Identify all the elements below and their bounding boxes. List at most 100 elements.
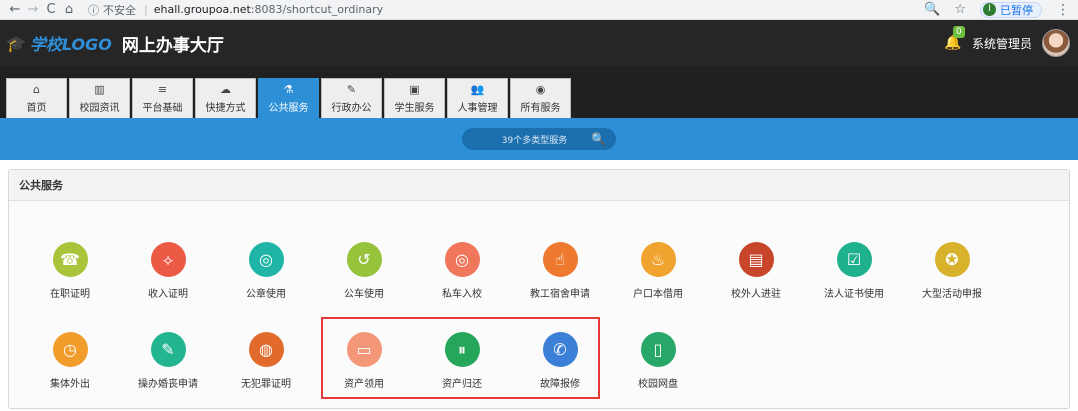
service-label[interactable]: 操办婚丧申请 (138, 375, 198, 390)
service-item[interactable]: ✎ 操办婚丧申请 (119, 332, 217, 390)
tab-label: 平台基础 (142, 102, 183, 114)
service-item[interactable]: ◎ 公章使用 (217, 242, 315, 300)
tab-label: 校园资讯 (79, 102, 120, 114)
tab-icon: ▥ (94, 82, 105, 96)
service-item[interactable]: ✪ 大型活动申报 (903, 242, 1001, 300)
search-icon[interactable]: 🔍 (591, 132, 606, 146)
services-panel: 公共服务 ☎ 在职证明 ⟡ 收入证明 ◎ 公章使用 ↺ 公车使用 ◎ 私车入校 ☝ 教工宿舍申请 ♨ 户口… (8, 169, 1070, 409)
search-placeholder: 39个多类型服务 (501, 135, 568, 146)
profile-avatar-icon: I (983, 3, 996, 16)
service-label[interactable]: 教工宿舍申请 (530, 285, 590, 300)
service-icon[interactable]: ↺ (346, 242, 382, 277)
logo[interactable]: 🎓 学校LOGO 网上办事大厅 (6, 31, 224, 56)
tab-5[interactable]: ✎ 行政办公 (321, 78, 382, 118)
service-item[interactable]: ☑ 法人证书使用 (805, 242, 903, 300)
service-label[interactable]: 公车使用 (344, 285, 384, 300)
service-label[interactable]: 收入证明 (148, 285, 188, 300)
url-path: :8083/shortcut_ordinary (250, 3, 384, 16)
tab-7[interactable]: 👥 人事管理 (447, 78, 508, 118)
service-icon[interactable]: ✎ (150, 332, 186, 367)
user-name[interactable]: 系统管理员 (972, 35, 1032, 52)
app-header: 🎓 学校LOGO 网上办事大厅 🔔 0 系统管理员 (0, 20, 1078, 66)
address-separator: | (144, 3, 148, 16)
browser-menu-icon[interactable]: ⋮ (1056, 2, 1070, 18)
service-icon[interactable]: ♨ (640, 242, 676, 277)
service-item[interactable]: ☎ 在职证明 (21, 242, 119, 300)
forward-icon[interactable]: → (24, 2, 42, 17)
insecure-label: 不安全 (103, 3, 136, 17)
service-item[interactable]: ⟡ 收入证明 (119, 242, 217, 300)
service-icon[interactable]: ☝ (542, 242, 578, 277)
tab-0[interactable]: ⌂ 首页 (6, 78, 67, 118)
address-bar[interactable]: ⓘ 不安全 | ehall.groupoa.net :8083/shortcut… (88, 2, 924, 18)
service-item[interactable]: ▯ 校园网盘 (609, 332, 707, 390)
tab-label: 行政办公 (331, 102, 372, 114)
service-label[interactable]: 私车入校 (442, 285, 482, 300)
back-icon[interactable]: ← (6, 2, 24, 17)
service-label[interactable]: 校外人进驻 (731, 285, 781, 300)
service-icon[interactable]: ⟡ (150, 242, 186, 277)
panel-title: 公共服务 (9, 170, 1069, 201)
notification-button[interactable]: 🔔 0 (944, 26, 965, 51)
tab-8[interactable]: ◉ 所有服务 (510, 78, 571, 118)
url-host: ehall.groupoa.net (153, 3, 251, 16)
service-item[interactable]: ◎ 私车入校 (413, 242, 511, 300)
service-item[interactable]: ☝ 教工宿舍申请 (511, 242, 609, 300)
service-icon[interactable]: ◎ (444, 242, 480, 277)
service-label[interactable]: 在职证明 (50, 285, 90, 300)
search-band: 39个多类型服务 🔍 (0, 118, 1078, 160)
avatar[interactable] (1042, 29, 1070, 57)
service-icon[interactable]: ▤ (738, 242, 774, 277)
tab-label: 所有服务 (520, 102, 561, 114)
zoom-icon[interactable]: 🔍 (924, 2, 940, 17)
tab-label: 学生服务 (394, 102, 435, 114)
tab-3[interactable]: ☁ 快捷方式 (195, 78, 256, 118)
service-icon[interactable]: ◷ (52, 332, 88, 367)
browser-toolbar: ← → C ⌂ ⓘ 不安全 | ehall.groupoa.net :8083/… (0, 0, 1078, 20)
tab-2[interactable]: ≡ 平台基础 (132, 78, 193, 118)
service-item[interactable]: ↺ 公车使用 (315, 242, 413, 300)
highlight-box (321, 317, 600, 399)
tab-icon: ▣ (409, 82, 420, 96)
service-icon[interactable]: ◍ (248, 332, 284, 367)
service-icon[interactable]: ☑ (836, 242, 872, 277)
service-icon[interactable]: ✪ (934, 242, 970, 277)
service-label[interactable]: 法人证书使用 (824, 285, 884, 300)
tab-label: 首页 (26, 102, 47, 114)
service-label[interactable]: 集体外出 (50, 375, 90, 390)
tab-icon: ⚗ (283, 82, 294, 96)
home-icon[interactable]: ⌂ (60, 2, 78, 17)
tab-icon: ✎ (346, 82, 357, 96)
service-label[interactable]: 公章使用 (246, 285, 286, 300)
notification-badge: 0 (952, 26, 965, 38)
profile-button[interactable]: I 已暂停 (980, 1, 1042, 18)
site-title: 网上办事大厅 (121, 35, 224, 56)
service-icon[interactable]: ☎ (52, 242, 88, 277)
service-label[interactable]: 校园网盘 (638, 375, 678, 390)
tab-6[interactable]: ▣ 学生服务 (384, 78, 445, 118)
tab-4[interactable]: ⚗ 公共服务 (258, 78, 319, 118)
bookmark-star-icon[interactable]: ☆ (954, 2, 966, 17)
graduation-cap-icon: 🎓 (6, 33, 26, 53)
service-item[interactable]: ♨ 户口本借用 (609, 242, 707, 300)
tab-label: 公共服务 (268, 102, 309, 114)
info-icon[interactable]: ⓘ (88, 2, 99, 18)
service-icon[interactable]: ◎ (248, 242, 284, 277)
tab-icon: ☁ (220, 82, 231, 96)
service-icon[interactable]: ▯ (640, 332, 676, 367)
tab-bar: ⌂ 首页 ▥ 校园资讯 ≡ 平台基础 ☁ 快捷方式 ⚗ 公共服务 ✎ 行政办公 ▣ 学生服务 👥 人事管理 ◉ 所… (0, 66, 1078, 118)
logo-text: 学校LOGO (29, 35, 112, 54)
tab-label: 快捷方式 (205, 102, 246, 114)
tab-1[interactable]: ▥ 校园资讯 (69, 78, 130, 118)
tab-icon: ≡ (157, 82, 168, 96)
search-input[interactable]: 39个多类型服务 🔍 (462, 128, 616, 150)
service-label[interactable]: 户口本借用 (633, 285, 683, 300)
service-label[interactable]: 大型活动申报 (922, 285, 982, 300)
tab-label: 人事管理 (457, 102, 498, 114)
reload-icon[interactable]: C (42, 2, 60, 17)
service-item[interactable]: ◷ 集体外出 (21, 332, 119, 390)
profile-status: 已暂停 (1000, 3, 1033, 17)
service-item[interactable]: ▤ 校外人进驻 (707, 242, 805, 300)
service-item[interactable]: ◍ 无犯罪证明 (217, 332, 315, 390)
service-label[interactable]: 无犯罪证明 (241, 375, 291, 390)
